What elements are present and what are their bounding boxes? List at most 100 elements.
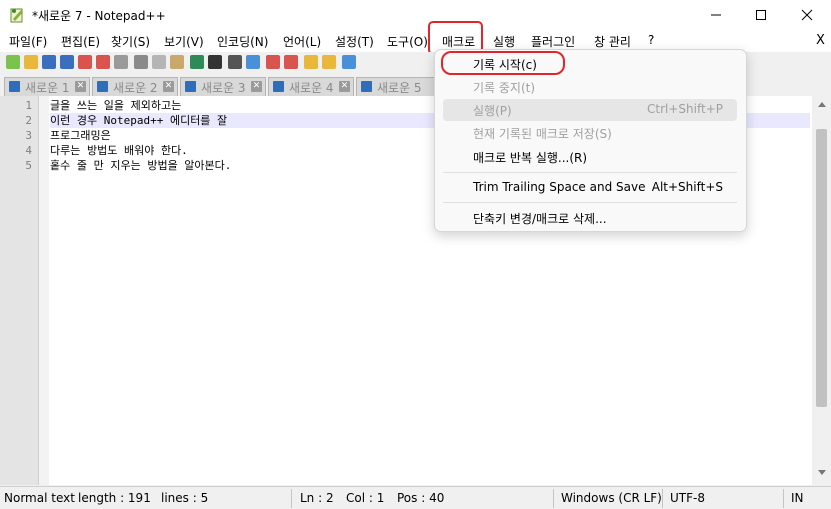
- menu-window[interactable]: 창 관리: [594, 33, 631, 50]
- menu-plugins[interactable]: 플러그인: [531, 33, 575, 50]
- menu-search[interactable]: 찾기(S): [111, 33, 150, 50]
- start-recording-highlight: [441, 51, 565, 75]
- notepadpp-window: *새로운 7 - Notepad++ 파일(F) 편집(E) 찾기(S) 보기(…: [0, 0, 831, 509]
- tab-label: 새로운 2: [113, 81, 158, 95]
- menu-item-label: 현재 기록된 매크로 저장(S): [473, 127, 612, 141]
- macro-playback[interactable]: 실행(P) Ctrl+Shift+P: [443, 99, 737, 121]
- cut-icon[interactable]: [134, 55, 148, 69]
- save-disk-icon: [185, 81, 196, 92]
- menu-separator: [443, 172, 737, 173]
- status-encoding: UTF-8: [670, 491, 705, 505]
- open-file-icon[interactable]: [24, 55, 38, 69]
- zoom-in-icon[interactable]: [266, 55, 280, 69]
- menu-file[interactable]: 파일(F): [9, 33, 47, 50]
- minimize-icon: [711, 14, 721, 16]
- window-title: *새로운 7 - Notepad++: [32, 9, 166, 23]
- menu-run[interactable]: 실행: [493, 33, 515, 50]
- close-icon: [801, 9, 813, 21]
- word-wrap-icon[interactable]: [322, 55, 336, 69]
- vertical-scrollbar[interactable]: [812, 96, 831, 485]
- status-ln: Ln : 2: [300, 491, 334, 505]
- macro-stop-recording[interactable]: 기록 중지(t): [443, 76, 737, 98]
- tab-new-3[interactable]: 새로운 3 ✕: [180, 77, 266, 96]
- tab-close-icon[interactable]: ✕: [75, 81, 86, 92]
- menu-item-shortcut: Ctrl+Shift+P: [647, 102, 723, 116]
- new-file-icon[interactable]: [6, 55, 20, 69]
- tab-label: 새로운 1: [25, 81, 70, 95]
- redo-icon[interactable]: [208, 55, 222, 69]
- close-all-icon[interactable]: [96, 55, 110, 69]
- save-disk-icon: [97, 81, 108, 92]
- status-separator: [783, 489, 784, 508]
- menu-language[interactable]: 언어(L): [283, 33, 321, 50]
- scroll-down-icon[interactable]: [818, 470, 826, 475]
- status-eol: Windows (CR LF): [561, 491, 662, 505]
- line-number: 5: [25, 159, 32, 172]
- close-button[interactable]: [784, 0, 830, 30]
- tab-new-1[interactable]: 새로운 1 ✕: [4, 77, 90, 96]
- find-icon[interactable]: [228, 55, 242, 69]
- status-separator: [553, 489, 554, 508]
- macro-save-recorded[interactable]: 현재 기록된 매크로 저장(S): [443, 122, 737, 144]
- tab-new-4[interactable]: 새로운 4 ✕: [268, 77, 354, 96]
- status-pos: Pos : 40: [397, 491, 445, 505]
- line-number: 4: [25, 144, 32, 157]
- status-doc-type: Normal text fi: [4, 491, 76, 505]
- tab-label: 새로운 3: [201, 81, 246, 95]
- fold-margin[interactable]: [39, 96, 49, 485]
- status-separator: [291, 489, 292, 508]
- status-separator: [662, 489, 663, 508]
- close-file-icon[interactable]: [78, 55, 92, 69]
- print-icon[interactable]: [114, 55, 128, 69]
- tab-close-icon[interactable]: ✕: [339, 81, 350, 92]
- menu-tools[interactable]: 도구(O): [387, 33, 428, 50]
- menu-edit[interactable]: 편집(E): [61, 33, 100, 50]
- macro-run-multiple[interactable]: 매크로 반복 실행...(R): [443, 146, 737, 168]
- status-insert-mode: IN: [791, 491, 804, 505]
- tab-new-5[interactable]: 새로운 5: [356, 77, 436, 96]
- line-number: 3: [25, 129, 32, 142]
- menu-view[interactable]: 보기(V): [164, 33, 204, 50]
- line-number-gutter: 1 2 3 4 5: [0, 96, 39, 485]
- menu-item-shortcut: Alt+Shift+S: [651, 180, 723, 194]
- sync-scroll-icon[interactable]: [304, 55, 318, 69]
- menu-separator: [443, 202, 737, 203]
- minimize-button[interactable]: [693, 0, 739, 30]
- save-all-icon[interactable]: [60, 55, 74, 69]
- menu-item-label: 기록 중지(t): [473, 81, 536, 95]
- status-bar: Normal text fi length : 191 lines : 5 Ln…: [0, 486, 831, 509]
- save-disk-icon: [361, 81, 372, 92]
- undo-icon[interactable]: [190, 55, 204, 69]
- close-document-button[interactable]: X: [816, 33, 825, 48]
- scroll-up-icon[interactable]: [818, 102, 826, 107]
- save-disk-icon: [273, 81, 284, 92]
- tab-new-2[interactable]: 새로운 2 ✕: [92, 77, 178, 96]
- tab-label: 새로운 5: [377, 81, 422, 95]
- paste-icon[interactable]: [170, 55, 184, 69]
- tab-close-icon[interactable]: ✕: [163, 81, 174, 92]
- zoom-out-icon[interactable]: [284, 55, 298, 69]
- line-number: 2: [25, 114, 32, 127]
- menu-item-label: 매크로 반복 실행...(R): [473, 151, 588, 165]
- macro-modify-shortcut-delete[interactable]: 단축키 변경/매크로 삭제...: [443, 207, 737, 229]
- copy-icon[interactable]: [152, 55, 166, 69]
- macro-dropdown-menu: 기록 시작(c) 기록 중지(t) 실행(P) Ctrl+Shift+P 현재 …: [434, 49, 747, 232]
- menu-item-label: Trim Trailing Space and Save: [473, 180, 646, 194]
- status-lines: lines : 5: [161, 491, 209, 505]
- maximize-button[interactable]: [738, 0, 784, 30]
- status-length: length : 191: [78, 491, 151, 505]
- replace-icon[interactable]: [246, 55, 260, 69]
- save-icon[interactable]: [42, 55, 56, 69]
- tab-close-icon[interactable]: ✕: [251, 81, 262, 92]
- tab-label: 새로운 4: [289, 81, 334, 95]
- menu-item-label: 단축키 변경/매크로 삭제...: [473, 212, 607, 226]
- save-disk-icon: [9, 81, 20, 92]
- indent-guide-icon[interactable]: [342, 55, 356, 69]
- menu-settings[interactable]: 설정(T): [335, 33, 374, 50]
- menu-help[interactable]: ?: [648, 33, 654, 47]
- scrollbar-thumb[interactable]: [816, 129, 827, 407]
- notepadpp-app-icon: [10, 8, 23, 23]
- menu-item-label: 실행(P): [473, 104, 512, 118]
- menu-encoding[interactable]: 인코딩(N): [217, 33, 268, 50]
- macro-trim-trailing-save[interactable]: Trim Trailing Space and Save Alt+Shift+S: [443, 177, 737, 199]
